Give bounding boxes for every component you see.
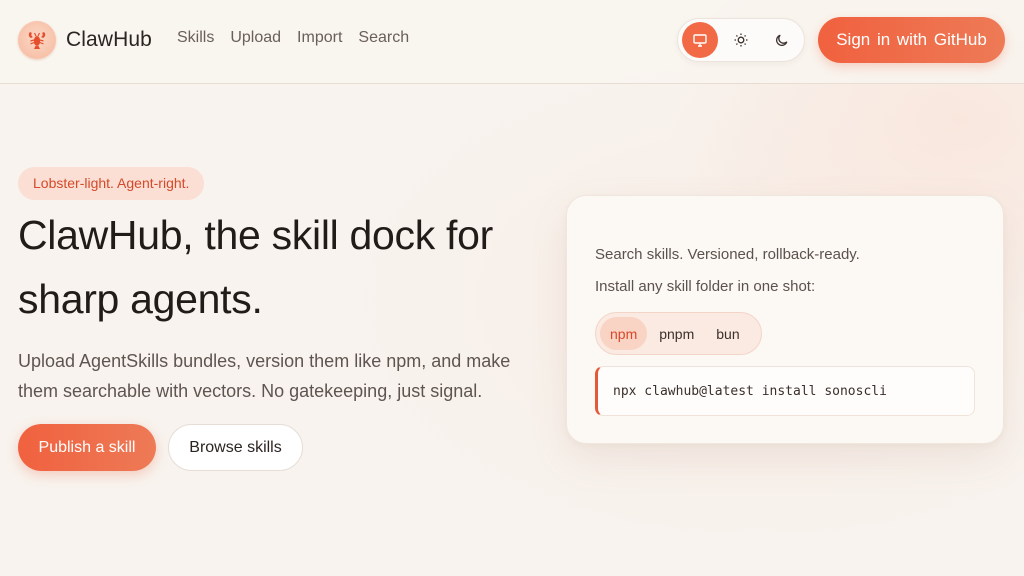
theme-switcher: [677, 18, 805, 62]
theme-system-button[interactable]: [682, 22, 718, 58]
tab-pnpm[interactable]: pnpm: [649, 317, 704, 350]
package-manager-tabs: npm pnpm bun: [595, 312, 762, 355]
tab-bun[interactable]: bun: [706, 317, 749, 350]
install-command-box[interactable]: npx clawhub@latest install sonoscli: [595, 366, 975, 416]
hero-title: ClawHub, the skill dock for sharp agents…: [18, 212, 493, 322]
publish-skill-button[interactable]: Publish a skill: [18, 424, 156, 471]
top-header: ClawHub Skills Upload Import Search Sign…: [0, 0, 1024, 84]
install-card: Search skills. Versioned, rollback-ready…: [566, 195, 1004, 444]
tab-npm[interactable]: npm: [600, 317, 648, 350]
brand-link[interactable]: ClawHub: [18, 21, 152, 59]
lobster-logo-icon: [18, 21, 56, 59]
brand-name: ClawHub: [66, 28, 152, 51]
monitor-icon: [693, 34, 707, 47]
tagline-badge: Lobster-light. Agent-right.: [18, 167, 205, 200]
theme-light-button[interactable]: [723, 22, 759, 58]
sun-icon: [734, 33, 748, 47]
card-install-text: Install any skill folder in one shot:: [595, 278, 816, 295]
main-nav: Skills Upload Import Search: [177, 29, 409, 47]
sign-in-github-button[interactable]: Sign in with GitHub: [818, 17, 1005, 63]
install-command[interactable]: npx clawhub@latest install sonoscli: [613, 384, 887, 399]
nav-skills[interactable]: Skills: [177, 29, 214, 47]
moon-icon: [776, 34, 788, 46]
nav-upload[interactable]: Upload: [230, 29, 281, 47]
theme-dark-button[interactable]: [764, 22, 800, 58]
nav-search[interactable]: Search: [358, 29, 409, 47]
browse-skills-button[interactable]: Browse skills: [168, 424, 303, 471]
nav-import[interactable]: Import: [297, 29, 342, 47]
card-intro-text: Search skills. Versioned, rollback-ready…: [595, 246, 860, 263]
hero-subtitle: Upload AgentSkills bundles, version them…: [18, 351, 511, 401]
